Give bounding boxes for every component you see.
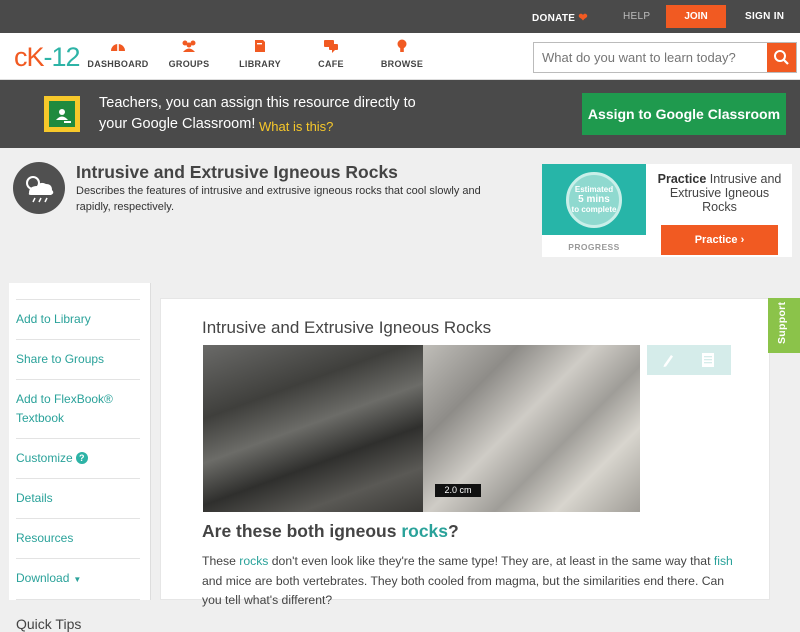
question-suffix: ? bbox=[448, 521, 459, 541]
scale-bar-label: 2.0 cm bbox=[435, 484, 481, 497]
donate-label: DONATE bbox=[532, 13, 576, 24]
nav-groups[interactable]: GROUPS bbox=[154, 39, 224, 69]
nav-cafe[interactable]: CAFE bbox=[296, 39, 366, 69]
sidebar-details[interactable]: Details bbox=[16, 479, 140, 519]
practice-card: Estimated 5 mins to complete PROGRESS Prac… bbox=[542, 164, 792, 257]
estimate-circle: Estimated 5 mins to complete bbox=[566, 172, 622, 228]
estimate-label: Estimated bbox=[574, 185, 614, 194]
extrusive-rock-photo bbox=[203, 345, 423, 512]
help-link[interactable]: HELP bbox=[623, 11, 650, 22]
logo-ck: cK bbox=[14, 42, 44, 72]
nav-groups-label: GROUPS bbox=[168, 59, 210, 69]
quick-tips-heading: Quick Tips bbox=[16, 616, 82, 632]
sidebar-customize[interactable]: Customize? bbox=[16, 439, 140, 479]
nav-library-label: LIBRARY bbox=[239, 59, 281, 69]
lesson-title: Intrusive and Extrusive Igneous Rocks bbox=[202, 318, 492, 337]
sidebar-download[interactable]: Download ▼ bbox=[16, 559, 140, 600]
cafe-icon bbox=[324, 40, 338, 53]
resource-sidebar: Add to Library Share to Groups Add to Fl… bbox=[9, 283, 151, 632]
question-prefix: Are these both igneous bbox=[202, 521, 402, 541]
practice-image: Estimated 5 mins to complete bbox=[542, 164, 646, 235]
logo-number: -12 bbox=[43, 42, 81, 72]
search-input[interactable] bbox=[534, 43, 762, 72]
question-heading: Are these both igneous rocks? bbox=[202, 521, 459, 542]
search-box bbox=[533, 42, 797, 73]
concept-description: Describes the features of intrusive and … bbox=[76, 185, 481, 213]
para-text-3: and mice are both vertebrates. They both… bbox=[202, 573, 725, 608]
nav-dashboard[interactable]: DASHBOARD bbox=[83, 39, 153, 69]
pencil-icon[interactable] bbox=[661, 352, 675, 368]
download-label: Download bbox=[16, 571, 70, 585]
progress-label: PROGRESS bbox=[568, 242, 620, 252]
nav-browse[interactable]: BROWSE bbox=[367, 39, 437, 69]
rocks-link[interactable]: rocks bbox=[401, 521, 448, 541]
practice-button[interactable]: Practice › bbox=[661, 225, 778, 255]
igneous-rocks-image: 2.0 cm bbox=[203, 345, 640, 512]
nav-dashboard-label: DASHBOARD bbox=[87, 59, 149, 69]
estimate-mins: 5 mins bbox=[578, 194, 610, 205]
sidebar-add-to-library[interactable]: Add to Library bbox=[16, 299, 140, 340]
practice-bold: Practice bbox=[657, 172, 707, 186]
donate-link[interactable]: DONATE ❤ bbox=[532, 11, 588, 24]
estimate-complete: to complete bbox=[571, 205, 617, 214]
intro-paragraph: These rocks don't even look like they're… bbox=[202, 552, 742, 611]
concept-weather-icon bbox=[13, 162, 65, 214]
ck12-logo[interactable]: cK-12 bbox=[14, 42, 81, 73]
google-classroom-icon bbox=[44, 96, 80, 132]
search-button[interactable] bbox=[767, 43, 796, 72]
what-is-this-link[interactable]: What is this? bbox=[259, 116, 333, 137]
join-button[interactable]: JOIN bbox=[666, 5, 726, 28]
para-text-1: These bbox=[202, 554, 240, 568]
sidebar-share-to-groups[interactable]: Share to Groups bbox=[16, 340, 140, 380]
dashboard-icon bbox=[111, 44, 125, 51]
sidebar-resources[interactable]: Resources bbox=[16, 519, 140, 559]
library-icon bbox=[255, 40, 265, 52]
concept-title: Intrusive and Extrusive Igneous Rocks bbox=[76, 162, 398, 182]
signin-link[interactable]: SIGN IN bbox=[745, 11, 784, 22]
what-is-this-label: What is this? bbox=[259, 119, 334, 134]
heart-icon: ❤ bbox=[578, 12, 588, 24]
nav-browse-label: BROWSE bbox=[380, 59, 424, 69]
sidebar-add-to-flexbook[interactable]: Add to FlexBook® Textbook bbox=[16, 380, 140, 439]
groups-icon bbox=[182, 40, 196, 52]
notes-icon[interactable] bbox=[701, 352, 715, 368]
assign-google-classroom-button[interactable]: Assign to Google Classroom bbox=[582, 93, 786, 135]
help-icon[interactable]: ? bbox=[75, 452, 88, 464]
browse-icon bbox=[397, 39, 407, 52]
google-classroom-banner: Teachers, you can assign this resource d… bbox=[0, 80, 800, 148]
main-nav: cK-12 DASHBOARD GROUPS LIBRARY CAFE BROW… bbox=[0, 33, 800, 80]
practice-button-label: Practice bbox=[694, 234, 738, 246]
customize-label: Customize bbox=[16, 451, 73, 465]
para-text-2: don't even look like they're the same ty… bbox=[268, 554, 714, 568]
caret-down-icon: ▼ bbox=[73, 575, 82, 584]
rocks-inline-link[interactable]: rocks bbox=[239, 554, 268, 568]
support-tab[interactable]: Support bbox=[768, 298, 800, 353]
lesson-content: Intrusive and Extrusive Igneous Rocks 2.… bbox=[160, 298, 770, 607]
nav-library[interactable]: LIBRARY bbox=[225, 39, 295, 69]
top-bar: DONATE ❤ HELP JOIN SIGN IN bbox=[0, 0, 800, 33]
practice-description: Practice Intrusive and Extrusive Igneous… bbox=[652, 172, 787, 214]
nav-cafe-label: CAFE bbox=[318, 59, 344, 69]
support-label: Support bbox=[776, 301, 788, 344]
chevron-right-icon: › bbox=[740, 234, 745, 246]
search-icon bbox=[774, 50, 789, 65]
fish-link[interactable]: fish bbox=[714, 554, 733, 568]
annotation-toolbar bbox=[647, 345, 731, 375]
